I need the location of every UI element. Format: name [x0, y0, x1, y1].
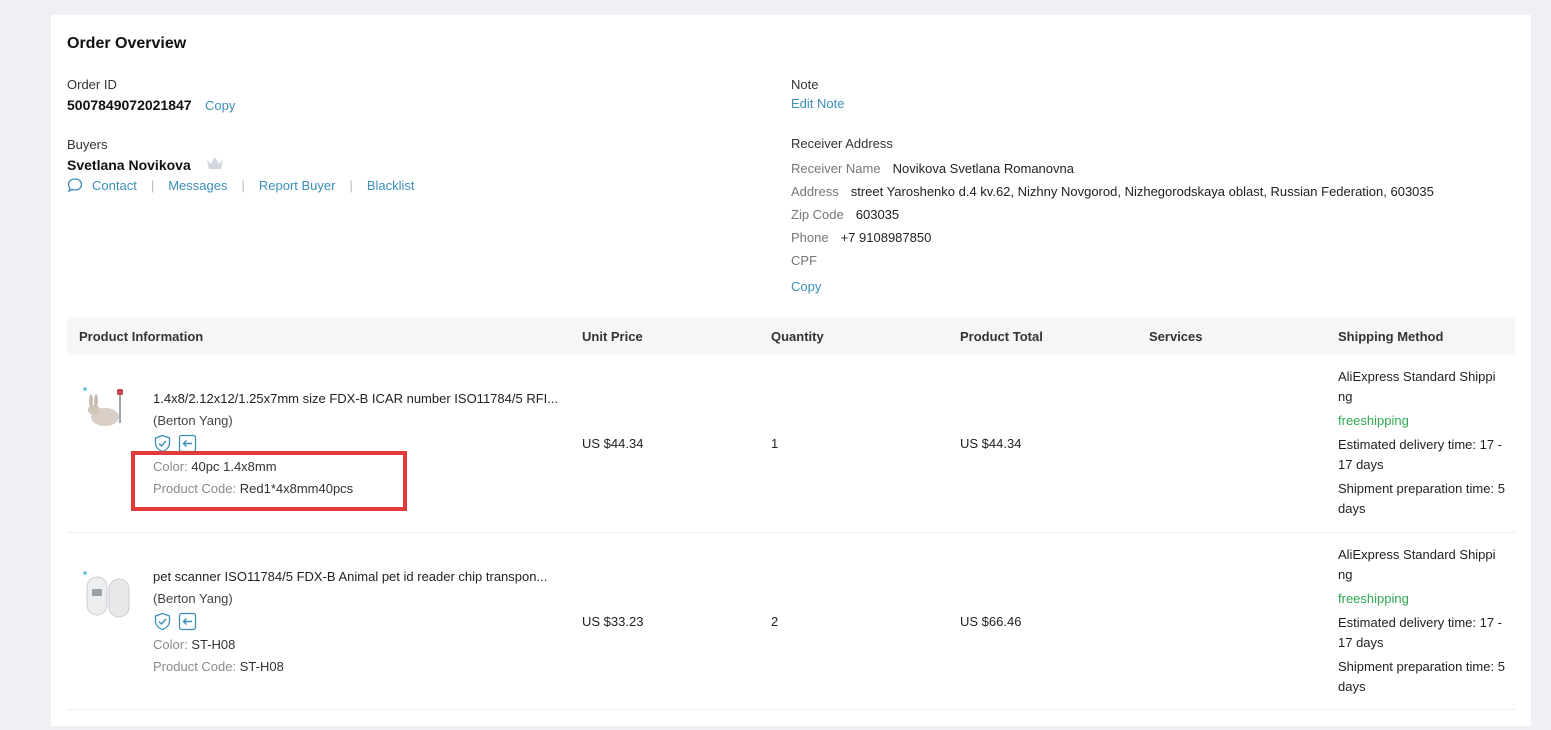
zip-row: Zip Code 603035 [791, 207, 899, 222]
copy-address-button[interactable]: Copy [791, 279, 821, 294]
buyer-label: Buyers [67, 137, 108, 152]
product-thumbnail-rabbit[interactable] [79, 383, 135, 439]
color-value: ST-H08 [191, 637, 236, 652]
shipping-method-name: AliExpress Standard Shippi ng [1338, 547, 1496, 582]
address-key: Address [791, 184, 839, 199]
crown-icon [207, 157, 223, 169]
buyer-actions: Contact | Messages | Report Buyer | Blac… [67, 177, 415, 193]
quantity: 1 [771, 436, 779, 451]
product-name[interactable]: pet scanner ISO11784/5 FDX-B Animal pet … [153, 569, 563, 584]
header-shipping-method: Shipping Method [1338, 329, 1444, 344]
unit-price: US $44.34 [582, 436, 644, 451]
contact-link[interactable]: Contact [92, 178, 137, 193]
zip-value: 603035 [855, 207, 900, 222]
blacklist-link[interactable]: Blacklist [367, 178, 415, 193]
delivery-time: Estimated delivery time: 17 - 17 days [1338, 615, 1503, 650]
product-color: Color: ST-H08 [153, 637, 235, 652]
cpf-row: CPF [791, 253, 829, 268]
separator: | [349, 177, 353, 193]
delivery-time: Estimated delivery time: 17 - 17 days [1338, 437, 1503, 472]
address-row: Address street Yaroshenko d.4 kv.62, Niz… [791, 184, 1434, 199]
phone-value: +7 9108987850 [840, 230, 932, 245]
unit-price: US $33.23 [582, 614, 644, 629]
shipping-method: AliExpress Standard Shippi ng freeshippi… [1338, 367, 1508, 523]
cpf-key: CPF [791, 253, 817, 268]
free-shipping-label: freeshipping [1338, 413, 1409, 428]
product-seller: (Berton Yang) [153, 413, 233, 428]
receiver-name-value: Novikova Svetlana Romanovna [892, 161, 1074, 176]
free-shipping-label: freeshipping [1338, 591, 1409, 606]
table-row: pet scanner ISO11784/5 FDX-B Animal pet … [67, 533, 1515, 710]
preparation-time: Shipment preparation time: 5 days [1338, 481, 1505, 516]
code-key: Product Code: [153, 659, 237, 674]
header-quantity: Quantity [771, 329, 824, 344]
address-value: street Yaroshenko d.4 kv.62, Nizhny Novg… [850, 184, 1434, 199]
receiver-address-label: Receiver Address [791, 136, 893, 151]
header-product-information: Product Information [79, 329, 204, 344]
product-seller: (Berton Yang) [153, 591, 233, 606]
edit-note-link[interactable]: Edit Note [791, 96, 844, 111]
zip-key: Zip Code [791, 207, 844, 222]
product-total: US $44.34 [960, 436, 1022, 451]
preparation-time: Shipment preparation time: 5 days [1338, 659, 1505, 694]
buyer-name: Svetlana Novikova [67, 157, 191, 173]
phone-key: Phone [791, 230, 829, 245]
report-buyer-link[interactable]: Report Buyer [259, 178, 336, 193]
header-services: Services [1149, 329, 1203, 344]
header-unit-price: Unit Price [582, 329, 643, 344]
product-total: US $66.46 [960, 614, 1022, 629]
product-name[interactable]: 1.4x8/2.12x12/1.25x7mm size FDX-B ICAR n… [153, 391, 563, 406]
shield-check-icon [154, 612, 171, 631]
receiver-name-key: Receiver Name [791, 161, 881, 176]
shipping-method-name: AliExpress Standard Shippi ng [1338, 369, 1496, 404]
receiver-name-row: Receiver Name Novikova Svetlana Romanovn… [791, 161, 1074, 176]
separator: | [150, 177, 155, 193]
page-title: Order Overview [67, 35, 187, 52]
color-key: Color: [153, 637, 188, 652]
messages-link[interactable]: Messages [168, 178, 227, 193]
product-thumbnail-scanner[interactable] [79, 567, 135, 623]
order-id-value: 5007849072021847 [67, 97, 192, 113]
header-product-total: Product Total [960, 329, 1043, 344]
table-header: Product Information Unit Price Quantity … [67, 317, 1515, 355]
note-label: Note [791, 77, 819, 92]
highlight-box [131, 451, 407, 511]
copy-order-id-button[interactable]: Copy [205, 98, 235, 113]
product-badges [153, 612, 197, 631]
chat-icon [67, 178, 83, 193]
order-overview-card: Order Overview Order ID 5007849072021847… [51, 15, 1531, 726]
quantity: 2 [771, 614, 779, 629]
phone-row: Phone +7 9108987850 [791, 230, 931, 245]
order-id-label: Order ID [67, 77, 117, 92]
return-icon [178, 612, 197, 631]
product-code: Product Code: ST-H08 [153, 659, 284, 674]
code-value: ST-H08 [239, 659, 284, 674]
separator: | [241, 177, 245, 193]
shipping-method: AliExpress Standard Shippi ng freeshippi… [1338, 545, 1508, 701]
